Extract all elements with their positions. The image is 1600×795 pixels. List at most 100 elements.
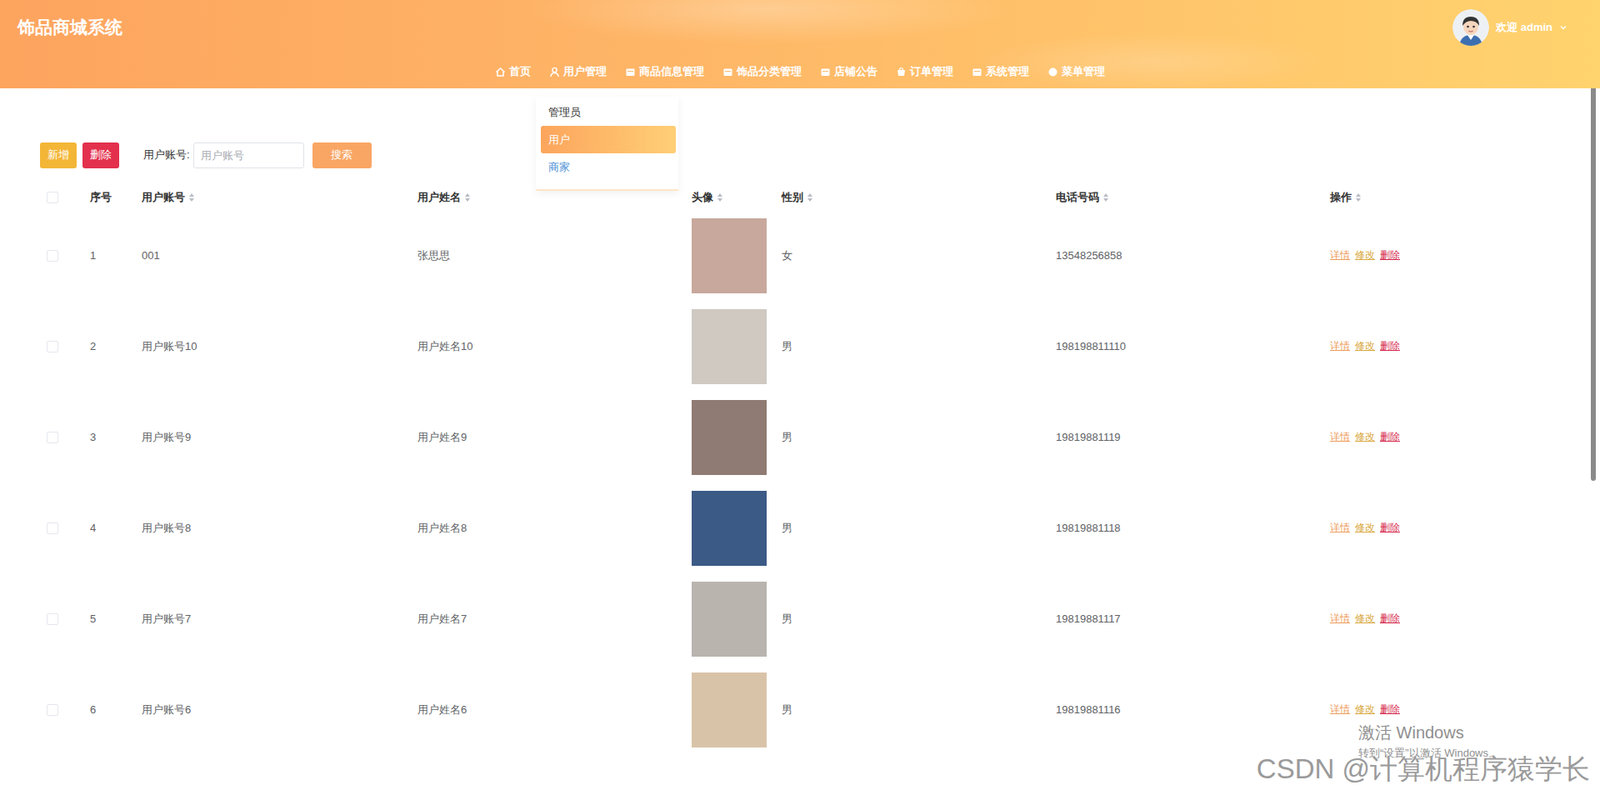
- table-row[interactable]: 6用户账号6用户姓名6男19819881116详情修改删除: [40, 664, 1584, 755]
- nav-item[interactable]: 商品信息管理: [625, 55, 705, 89]
- actions-cell: 详情修改删除: [1323, 611, 1584, 626]
- row-checkbox[interactable]: [46, 340, 59, 353]
- box-icon[interactable]: [722, 66, 734, 78]
- nav-item[interactable]: 订单管理: [895, 55, 954, 89]
- row-checkbox[interactable]: [46, 250, 59, 262]
- table-row[interactable]: 2用户账号10用户姓名10男198198811110详情修改删除: [40, 300, 1584, 392]
- sort-icon[interactable]: [806, 192, 814, 203]
- avatar-image[interactable]: [691, 672, 767, 748]
- dot-icon[interactable]: [1047, 66, 1059, 78]
- table-row[interactable]: 4用户账号8用户姓名8男19819881118详情修改删除: [40, 482, 1584, 574]
- index-cell: 4: [83, 521, 135, 535]
- row-checkbox[interactable]: [46, 613, 59, 625]
- chevron-down-icon[interactable]: [1559, 23, 1568, 32]
- name-cell: 用户姓名7: [410, 611, 685, 627]
- action-link[interactable]: 修改: [1355, 430, 1375, 445]
- nav-item[interactable]: 用户管理管理员用户商家: [549, 55, 607, 89]
- action-link[interactable]: 修改: [1355, 520, 1375, 535]
- checkbox-cell: [40, 431, 84, 444]
- action-link[interactable]: 详情: [1330, 339, 1350, 354]
- sort-icon[interactable]: [188, 192, 195, 203]
- box-icon[interactable]: [625, 66, 636, 78]
- avatar-image[interactable]: [691, 400, 767, 475]
- cart-icon[interactable]: [895, 66, 907, 78]
- gender-cell: 男: [775, 339, 1050, 355]
- action-link[interactable]: 详情: [1330, 702, 1350, 717]
- nav-item[interactable]: 店铺公告: [820, 55, 878, 89]
- checkbox-cell: [40, 250, 84, 262]
- column-header[interactable]: [40, 191, 84, 204]
- nav-item[interactable]: 首页: [495, 55, 531, 89]
- avatar-cell: [685, 400, 775, 475]
- nav-item[interactable]: 饰品分类管理: [722, 55, 802, 89]
- nav-item[interactable]: 系统管理: [971, 55, 1030, 89]
- search-input[interactable]: [193, 142, 305, 169]
- action-link[interactable]: 详情: [1330, 430, 1350, 445]
- table-row[interactable]: 3用户账号9用户姓名9男19819881119详情修改删除: [40, 391, 1584, 483]
- row-checkbox[interactable]: [46, 704, 59, 716]
- name-cell: 用户姓名9: [410, 430, 685, 445]
- avatar-cell: [685, 309, 775, 385]
- action-link[interactable]: 删除: [1380, 611, 1400, 626]
- table-row[interactable]: 5用户账号7用户姓名7男19819881117详情修改删除: [40, 573, 1584, 665]
- delete-button[interactable]: 删除: [82, 142, 120, 169]
- column-header[interactable]: 头像: [685, 190, 775, 205]
- dropdown-item[interactable]: 商家: [535, 153, 679, 181]
- admin-avatar-icon[interactable]: [1452, 9, 1490, 46]
- sort-icon[interactable]: [1102, 192, 1110, 203]
- dropdown-item[interactable]: 管理员: [535, 98, 679, 126]
- row-checkbox[interactable]: [46, 522, 59, 535]
- gender-cell: 男: [775, 430, 1050, 445]
- action-link[interactable]: 删除: [1380, 430, 1400, 445]
- sort-icon[interactable]: [464, 192, 471, 203]
- name-cell: 张思思: [410, 248, 685, 264]
- nav-item[interactable]: 菜单管理: [1047, 55, 1105, 89]
- avatar-image[interactable]: [691, 490, 767, 566]
- row-checkbox[interactable]: [46, 431, 59, 444]
- home-icon[interactable]: [495, 66, 506, 78]
- checkbox-cell: [40, 340, 84, 353]
- avatar-cell: [685, 672, 775, 748]
- box-icon[interactable]: [820, 66, 831, 78]
- avatar-image[interactable]: [691, 218, 767, 294]
- avatar-image[interactable]: [691, 309, 767, 385]
- phone-cell: 19819881117: [1049, 612, 1324, 625]
- index-cell: 5: [83, 612, 135, 625]
- greeting-text[interactable]: 欢迎 admin: [1495, 20, 1553, 35]
- user-menu[interactable]: 欢迎 admin: [1452, 9, 1568, 46]
- action-link[interactable]: 删除: [1380, 248, 1400, 263]
- avatar-image[interactable]: [691, 581, 767, 657]
- scrollbar[interactable]: [1589, 0, 1598, 795]
- main-nav: 首页用户管理管理员用户商家商品信息管理饰品分类管理店铺公告订单管理系统管理菜单管…: [0, 55, 1600, 89]
- action-link[interactable]: 修改: [1355, 339, 1375, 354]
- column-header[interactable]: 操作: [1323, 190, 1584, 205]
- user-icon[interactable]: [549, 66, 560, 78]
- column-header[interactable]: 性别: [775, 190, 1050, 205]
- avatar-cell: [685, 218, 775, 294]
- select-all-checkbox[interactable]: [46, 191, 59, 204]
- dropdown-item[interactable]: 用户: [540, 125, 676, 154]
- column-header[interactable]: 电话号码: [1049, 190, 1324, 205]
- action-link[interactable]: 修改: [1355, 611, 1375, 626]
- action-link[interactable]: 删除: [1380, 520, 1400, 535]
- index-cell: 2: [83, 340, 135, 353]
- action-link[interactable]: 删除: [1380, 339, 1400, 354]
- action-link[interactable]: 详情: [1330, 248, 1350, 263]
- search-button[interactable]: 搜索: [312, 142, 372, 169]
- action-link[interactable]: 修改: [1355, 248, 1375, 263]
- content: 新增删除用户账号:搜索序号用户账号用户姓名头像性别电话号码操作1001张思思女1…: [0, 88, 1600, 755]
- box-icon[interactable]: [971, 66, 983, 78]
- account-cell: 用户账号10: [135, 339, 411, 355]
- checkbox-cell: [40, 522, 84, 535]
- action-link[interactable]: 删除: [1380, 702, 1400, 717]
- action-link[interactable]: 修改: [1355, 702, 1375, 717]
- sort-icon[interactable]: [1355, 192, 1362, 203]
- action-link[interactable]: 详情: [1330, 611, 1350, 626]
- action-link[interactable]: 详情: [1330, 520, 1350, 535]
- sort-icon[interactable]: [716, 192, 724, 203]
- column-header[interactable]: 用户账号: [135, 190, 411, 205]
- actions-cell: 详情修改删除: [1323, 430, 1584, 445]
- add-button[interactable]: 新增: [40, 142, 77, 169]
- table-row[interactable]: 1001张思思女13548256858详情修改删除: [40, 210, 1584, 301]
- column-header[interactable]: 用户姓名: [410, 190, 685, 205]
